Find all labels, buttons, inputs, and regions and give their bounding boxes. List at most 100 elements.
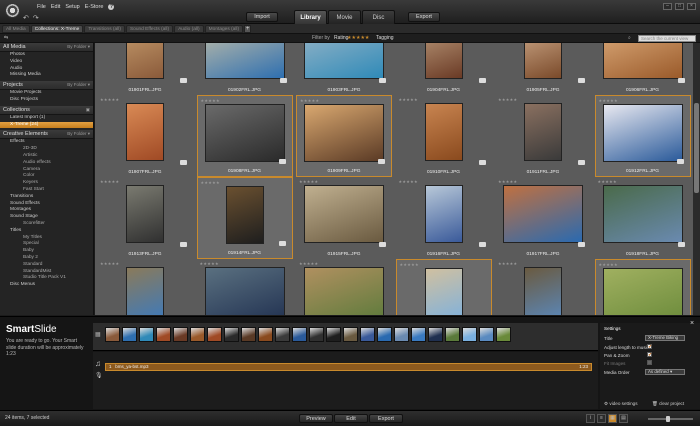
storyboard-clip[interactable] <box>394 327 409 342</box>
storyboard-clip[interactable] <box>122 327 137 342</box>
sidebar-item-missing-media[interactable]: Missing Media <box>0 72 93 79</box>
storyboard-clip[interactable] <box>377 327 392 342</box>
tab-library[interactable]: Library <box>294 10 327 24</box>
preview-button[interactable]: Preview <box>299 414 333 423</box>
sidebar-subitem[interactable]: Special <box>0 241 93 248</box>
media-thumbnail[interactable]: ★★★★★01902FRL.JPG <box>197 43 293 95</box>
menu-file[interactable]: File <box>37 4 46 10</box>
storyboard-clip[interactable] <box>343 327 358 342</box>
storyboard-clip[interactable] <box>105 327 120 342</box>
zoom-slider[interactable] <box>648 416 693 422</box>
sidebar-subitem[interactable]: Keyers <box>0 180 93 187</box>
media-order-select[interactable]: As defined ▾ <box>645 369 685 375</box>
storyboard-clip[interactable] <box>173 327 188 342</box>
storyboard-clip[interactable] <box>190 327 205 342</box>
sidebar-item-xtreme[interactable]: X-Treme (24) <box>0 121 93 129</box>
storyboard-clip[interactable] <box>224 327 239 342</box>
redo-icon[interactable]: ↷ <box>33 14 39 22</box>
storyboard-clip[interactable] <box>462 327 477 342</box>
export-button[interactable]: Export <box>369 414 403 423</box>
video-settings-link[interactable]: ⚙ video settings <box>604 401 638 407</box>
rating-stars[interactable]: ★★★★★ <box>599 98 618 103</box>
rating-stars[interactable]: ★★★★★ <box>498 179 517 184</box>
menu-estore[interactable]: E-Store <box>85 4 104 10</box>
sidebar-subitem[interactable]: Standard <box>0 262 93 269</box>
import-button[interactable]: Import <box>246 12 278 22</box>
undo-icon[interactable]: ↶ <box>23 14 29 22</box>
list-view-icon[interactable]: ≡ <box>597 414 606 423</box>
rating-stars[interactable]: ★★★★★ <box>200 261 219 266</box>
media-thumbnail[interactable]: ★★★★★ 01908FRL.JPG <box>196 95 293 177</box>
tagging-filter[interactable]: Tagging <box>376 35 394 41</box>
menu-edit[interactable]: Edit <box>51 4 60 10</box>
libtab-transitions[interactable]: Transitions (all) <box>84 25 125 33</box>
storyboard-clip[interactable] <box>292 327 307 342</box>
close-smartslide-icon[interactable]: × <box>690 320 694 327</box>
details-view-icon[interactable]: ▤ <box>619 414 628 423</box>
sidebar-item-sound-stage[interactable]: Sound Stage <box>0 214 93 221</box>
rating-stars[interactable]: ★★★★★ <box>400 262 419 267</box>
add-collection-icon[interactable]: ▣ <box>86 107 90 113</box>
media-thumbnail[interactable]: ★★★★★87069934_5.jpg <box>594 259 691 315</box>
media-thumbnail[interactable]: ★★★★★ 01913FRL.JPG <box>97 177 193 259</box>
media-thumbnail[interactable]: ★★★★★01901FRL.JPG <box>97 43 193 95</box>
add-tab-icon[interactable]: + <box>244 25 252 33</box>
storyboard-clip[interactable] <box>156 327 171 342</box>
rating-stars[interactable]: ★★★★★ <box>299 261 318 266</box>
rating-stars[interactable]: ★★★★★ <box>100 97 119 102</box>
menu-setup[interactable]: Setup <box>65 4 79 10</box>
libtab-xtreme[interactable]: Collections: X-Treme <box>30 25 84 33</box>
sidebar-subitem[interactable]: Color <box>0 173 93 180</box>
media-thumbnail[interactable]: ★★★★★01920FRL.JPG <box>197 259 293 315</box>
media-thumbnail[interactable]: ★★★★★ 01915FRL.JPG <box>296 177 392 259</box>
sidebar-item-titles[interactable]: Titles <box>0 228 93 235</box>
rating-stars[interactable]: ★★★★★ <box>100 179 119 184</box>
pan-zoom-checkbox[interactable]: ✓ <box>647 352 652 358</box>
sidebar-subitem[interactable]: Audio effects <box>0 160 93 167</box>
title-input[interactable]: X-Treme Biking <box>645 335 685 341</box>
rating-stars[interactable]: ★★★★★ <box>598 179 617 184</box>
storyboard-clip[interactable] <box>258 327 273 342</box>
fit-images-checkbox[interactable] <box>647 360 652 365</box>
media-thumbnail[interactable]: ★★★★★ 01911FRL.JPG <box>495 95 591 177</box>
media-thumbnail[interactable]: ★★★★★2004679-001_4.jpg <box>296 259 392 315</box>
storyboard-clip[interactable] <box>428 327 443 342</box>
media-thumbnail[interactable]: ★★★★★01904FRL.JPG <box>396 43 492 95</box>
maximize-icon[interactable]: □ <box>675 3 684 10</box>
sidebar-item-photos[interactable]: Photos <box>0 52 93 59</box>
rating-stars[interactable]: ★★★★★ <box>498 261 517 266</box>
storyboard-clip[interactable] <box>309 327 324 342</box>
edit-button[interactable]: Edit <box>334 414 368 423</box>
tab-movie[interactable]: Movie <box>328 10 361 24</box>
sidebar-subitem[interactable]: My Titles <box>0 235 93 242</box>
sidebar-item-effects[interactable]: Effects <box>0 139 93 146</box>
media-thumbnail[interactable]: ★★★★★ 01916FRL.JPG <box>396 177 492 259</box>
sidebar-item-scorefitter[interactable]: Scorefitter <box>0 221 93 228</box>
storyboard-clip[interactable] <box>275 327 290 342</box>
storyboard-clip[interactable] <box>479 327 494 342</box>
media-thumbnail[interactable]: ★★★★★ 01914FRL.JPG <box>196 177 293 259</box>
close-icon[interactable]: × <box>687 3 696 10</box>
rating-stars[interactable]: ★★★★★ <box>599 262 618 267</box>
libtab-montages[interactable]: Montages (all) <box>204 25 244 33</box>
rating-stars[interactable]: ★★★★★ <box>100 261 119 266</box>
storyboard-clip[interactable] <box>326 327 341 342</box>
media-thumbnail[interactable]: ★★★★★ 01912FRL.JPG <box>594 95 691 177</box>
rating-stars[interactable]: ★★★★★ <box>399 97 418 102</box>
storyboard-clip[interactable] <box>207 327 222 342</box>
search-input[interactable]: Search the current view <box>638 35 696 42</box>
media-thumbnail[interactable]: ★★★★★73091594_5.jpg <box>495 259 591 315</box>
sidebar-subitem[interactable]: 2D-3D <box>0 146 93 153</box>
audio-clip[interactable]: 1 bms_ya-bst.mp3 1:23 <box>105 363 592 371</box>
media-thumbnail[interactable]: ★★★★★ 01910FRL.JPG <box>396 95 492 177</box>
scrollbar-thumb[interactable] <box>694 103 699 193</box>
export-button-top[interactable]: Export <box>408 12 440 22</box>
adjust-length-checkbox[interactable]: ✓ <box>647 344 652 350</box>
sidebar-item-video[interactable]: Video <box>0 59 93 66</box>
sidebar-item-transitions[interactable]: Transitions <box>0 194 93 201</box>
rating-stars[interactable]: ★★★★★ <box>498 97 517 102</box>
sidebar-item-movie-projects[interactable]: Movie Projects <box>0 90 93 97</box>
sidebar-item-disc-menus[interactable]: Disc Menus <box>0 282 93 289</box>
rating-stars[interactable]: ★★★★★ <box>201 98 220 103</box>
info-icon[interactable]: i <box>586 414 595 423</box>
